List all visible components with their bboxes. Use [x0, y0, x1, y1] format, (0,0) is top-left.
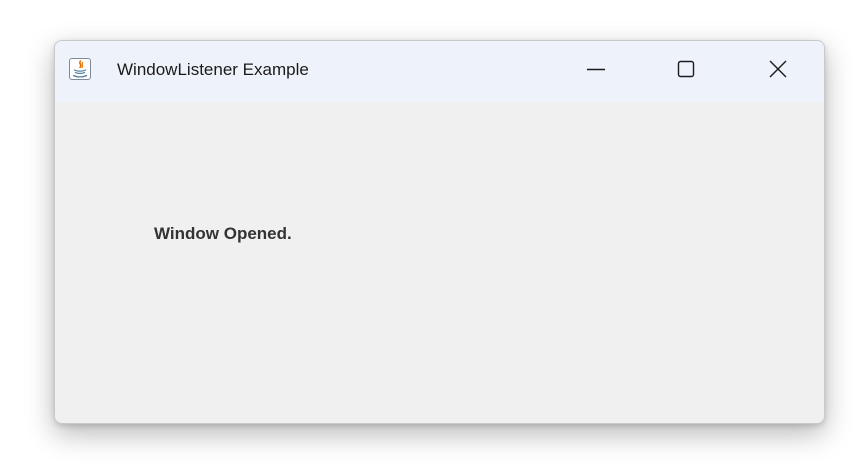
maximize-icon: [676, 59, 696, 84]
java-icon: [69, 58, 91, 80]
minimize-button[interactable]: [573, 41, 619, 102]
close-button[interactable]: [755, 41, 801, 102]
title-bar[interactable]: WindowListener Example: [55, 41, 824, 102]
window-content: Window Opened.: [55, 102, 824, 423]
desktop-background: WindowListener Example Window Opened.: [0, 0, 862, 466]
close-icon: [768, 59, 788, 84]
minimize-icon: [586, 59, 606, 84]
app-window: WindowListener Example Window Opened.: [54, 40, 825, 424]
status-label: Window Opened.: [154, 224, 292, 243]
window-title: WindowListener Example: [117, 60, 309, 79]
maximize-button[interactable]: [663, 41, 709, 102]
